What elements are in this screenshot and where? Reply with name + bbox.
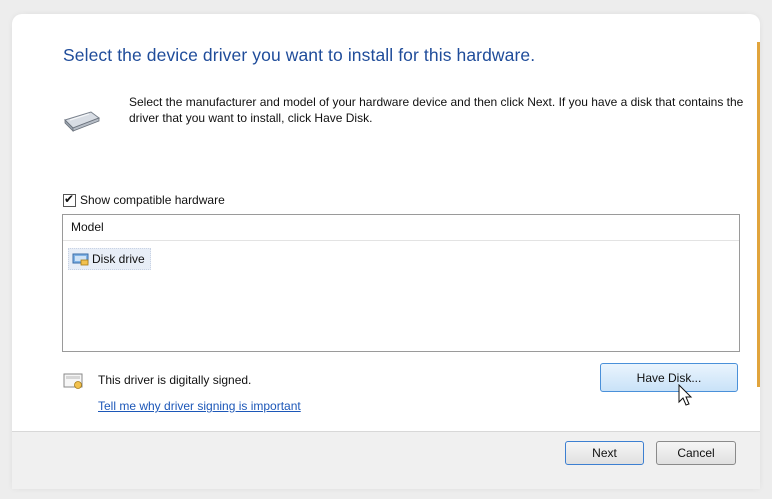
- list-item[interactable]: Disk drive: [68, 248, 151, 270]
- model-list[interactable]: Model Disk drive: [62, 214, 740, 352]
- checkmark-icon: ✔: [64, 191, 75, 206]
- have-disk-button[interactable]: Have Disk...: [600, 363, 738, 392]
- cancel-button[interactable]: Cancel: [656, 441, 736, 465]
- model-column-header[interactable]: Model: [63, 215, 739, 241]
- list-item-label: Disk drive: [92, 252, 145, 266]
- signing-status: This driver is digitally signed.: [98, 373, 252, 387]
- disk-drive-icon: [72, 252, 90, 266]
- show-compatible-label: Show compatible hardware: [80, 193, 225, 207]
- accent-strip: [757, 42, 760, 387]
- mouse-cursor-icon: [678, 383, 694, 408]
- show-compatible-checkbox[interactable]: ✔: [63, 191, 76, 207]
- dialog-heading: Select the device driver you want to ins…: [63, 45, 536, 65]
- next-button[interactable]: Next: [565, 441, 644, 465]
- signed-driver-icon: [63, 372, 85, 390]
- disk-drive-icon: [61, 106, 101, 134]
- driver-dialog: Select the device driver you want to ins…: [12, 14, 760, 489]
- driver-signing-link[interactable]: Tell me why driver signing is important: [98, 399, 301, 413]
- show-compatible-hardware: ✔ Show compatible hardware: [63, 191, 225, 207]
- dialog-instructions: Select the manufacturer and model of you…: [129, 95, 744, 125]
- dialog-footer: [12, 431, 760, 489]
